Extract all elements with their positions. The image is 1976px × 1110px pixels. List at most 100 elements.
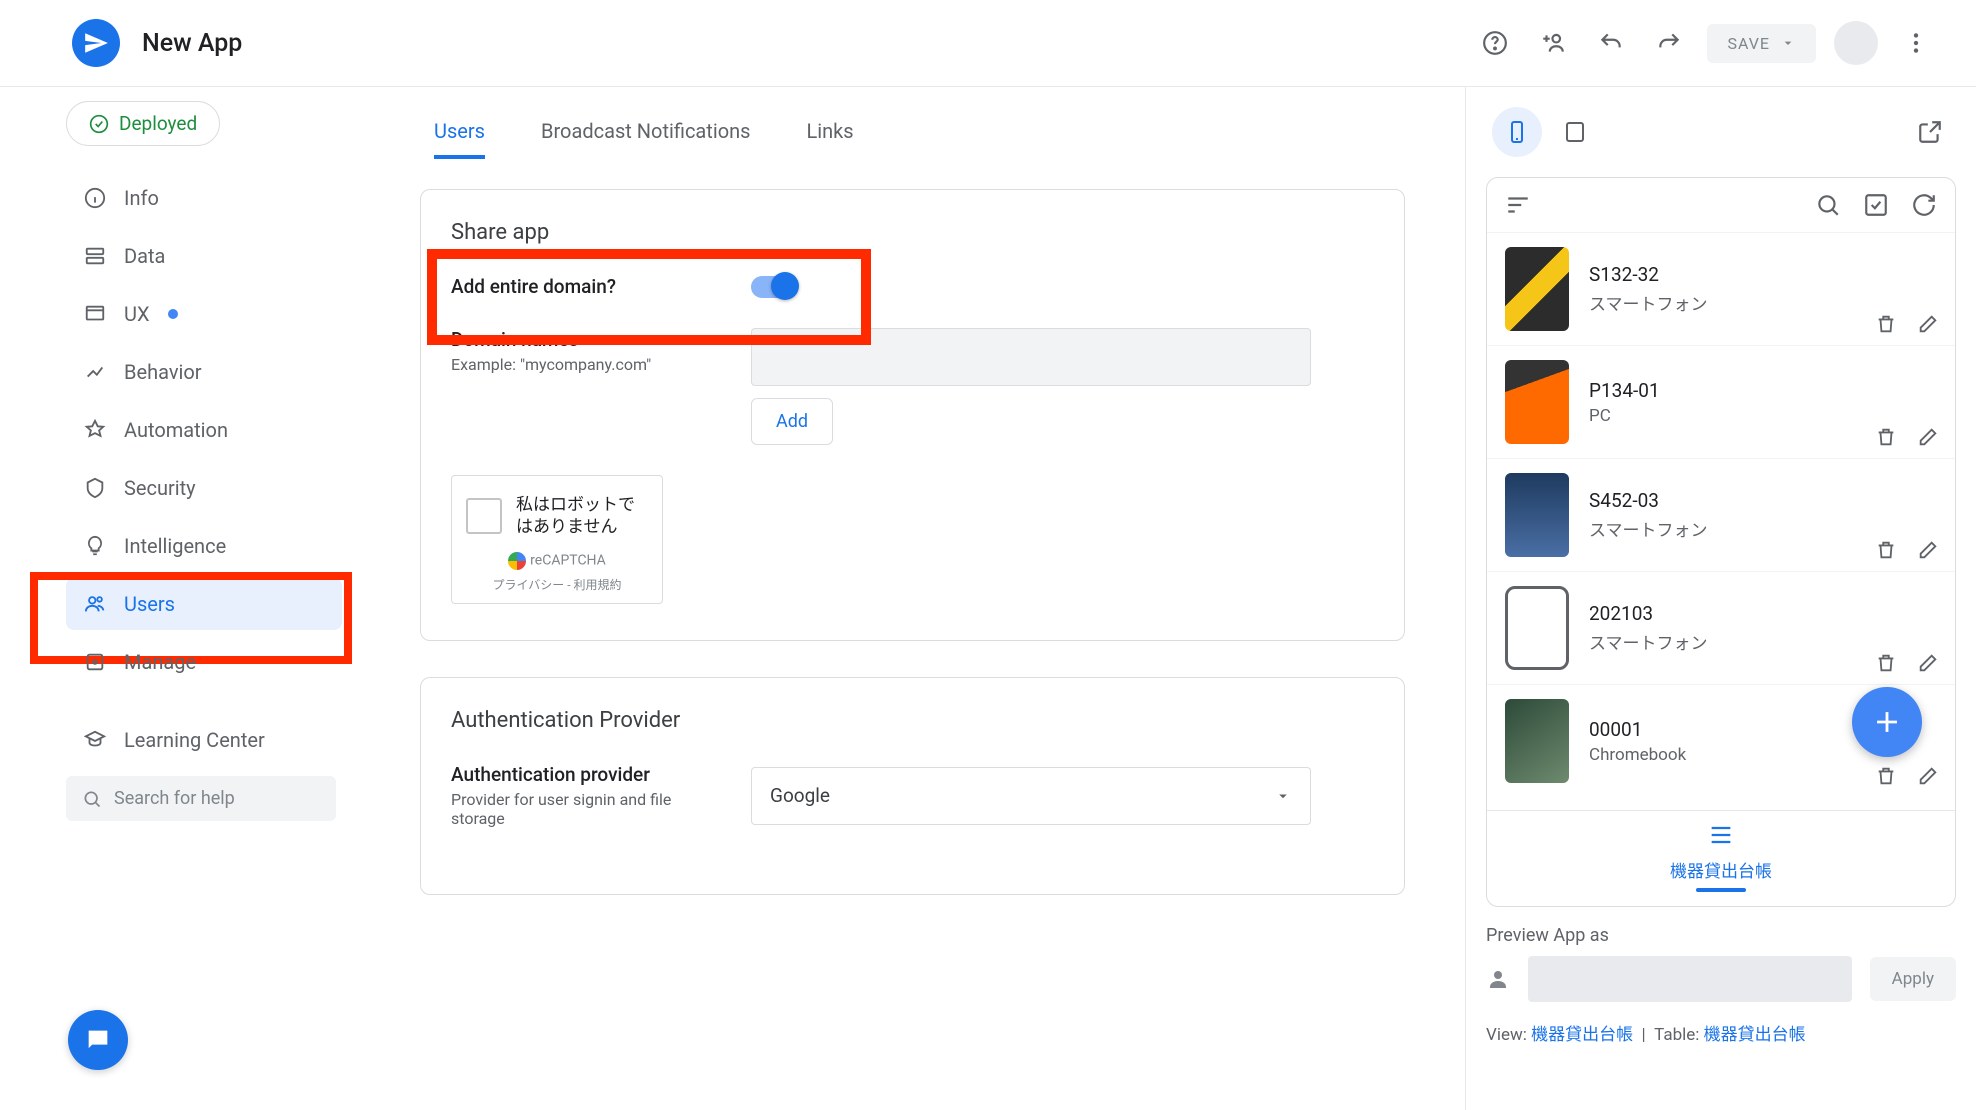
item-code: P134-01 — [1589, 379, 1660, 402]
sidebar-item-security[interactable]: Security — [66, 462, 342, 514]
sidebar-item-users[interactable]: Users — [66, 578, 342, 630]
lightbulb-icon — [84, 535, 106, 557]
add-button[interactable]: Add — [751, 398, 833, 445]
add-domain-toggle[interactable] — [751, 276, 797, 298]
auth-label: Authentication provider Provider for use… — [451, 763, 721, 828]
sidebar-item-manage[interactable]: Manage — [66, 636, 342, 688]
device-tablet-button[interactable] — [1550, 107, 1600, 157]
tabs: Users Broadcast Notifications Links — [420, 107, 1405, 159]
phone-preview: S132-32スマートフォンP134-01PCS452-03スマートフォン202… — [1486, 177, 1956, 907]
sidebar-item-label: Behavior — [124, 360, 202, 384]
checkbox-icon[interactable] — [1863, 192, 1889, 218]
list-item[interactable]: P134-01 PC — [1487, 345, 1955, 458]
apply-button[interactable]: Apply — [1870, 957, 1956, 1001]
list-icon[interactable] — [1707, 821, 1735, 849]
edit-icon[interactable] — [1917, 652, 1939, 674]
sidebar-item-behavior[interactable]: Behavior — [66, 346, 342, 398]
bottom-tab-label[interactable]: 機器貸出台帳 — [1487, 857, 1955, 882]
delete-icon[interactable] — [1875, 313, 1897, 335]
main-content: Users Broadcast Notifications Links Shar… — [360, 86, 1466, 1110]
topbar: New App SAVE — [0, 0, 1976, 86]
auth-panel: Authentication Provider Authentication p… — [420, 677, 1405, 895]
list-item[interactable]: S452-03スマートフォン — [1487, 458, 1955, 571]
preview-as-input[interactable] — [1528, 956, 1852, 1002]
device-phone-button[interactable] — [1492, 107, 1542, 157]
more-icon[interactable] — [1896, 23, 1936, 63]
save-label: SAVE — [1727, 34, 1770, 53]
sidebar-item-label: UX — [124, 302, 150, 326]
refresh-icon[interactable] — [1911, 192, 1937, 218]
sidebar-item-info[interactable]: Info — [66, 172, 342, 224]
delete-icon[interactable] — [1875, 652, 1897, 674]
chat-fab[interactable] — [68, 1010, 128, 1070]
save-button[interactable]: SAVE — [1707, 24, 1816, 63]
auth-provider-select[interactable]: Google — [751, 767, 1311, 825]
recaptcha-checkbox[interactable] — [466, 498, 502, 534]
delete-icon[interactable] — [1875, 765, 1897, 787]
sidebar-item-intelligence[interactable]: Intelligence — [66, 520, 342, 572]
open-external-icon[interactable] — [1910, 112, 1950, 152]
appsheet-logo-icon — [72, 19, 120, 67]
list-item[interactable]: S132-32スマートフォン — [1487, 232, 1955, 345]
panel-title: Share app — [451, 220, 1374, 245]
sort-icon[interactable] — [1505, 192, 1531, 218]
sidebar-item-automation[interactable]: Automation — [66, 404, 342, 456]
info-icon — [84, 187, 106, 209]
preview-as-section: Preview App as Apply View: 機器貸出台帳 | Tabl… — [1486, 925, 1956, 1045]
sidebar-item-learning[interactable]: Learning Center — [66, 714, 342, 766]
sidebar-item-ux[interactable]: UX — [66, 288, 342, 340]
users-icon — [84, 593, 106, 615]
undo-icon[interactable] — [1591, 23, 1631, 63]
manage-icon — [84, 651, 106, 673]
check-circle-icon — [89, 114, 109, 134]
deployed-status[interactable]: Deployed — [66, 101, 220, 146]
avatar[interactable] — [1834, 21, 1878, 65]
auth-sub: Provider for user signin and file storag… — [451, 790, 721, 828]
item-body: 202103スマートフォン — [1589, 602, 1708, 654]
item-thumbnail — [1505, 360, 1569, 444]
sidebar-item-label: Data — [124, 244, 165, 268]
recaptcha-icon — [508, 552, 526, 570]
tab-links[interactable]: Links — [806, 107, 853, 159]
sidebar: Deployed Info Data UX Behavior Automatio… — [0, 86, 360, 1110]
sidebar-item-label: Users — [124, 592, 175, 616]
edit-icon[interactable] — [1917, 313, 1939, 335]
view-link[interactable]: 機器貸出台帳 — [1531, 1025, 1633, 1045]
edit-icon[interactable] — [1917, 426, 1939, 448]
item-type: PC — [1589, 406, 1660, 426]
app-name: New App — [142, 29, 242, 58]
search-icon[interactable] — [1815, 192, 1841, 218]
item-body: S452-03スマートフォン — [1589, 489, 1708, 541]
edit-icon[interactable] — [1917, 765, 1939, 787]
data-icon — [84, 245, 106, 267]
automation-icon — [84, 419, 106, 441]
list-item[interactable]: 202103スマートフォン — [1487, 571, 1955, 684]
recaptcha-label: 私はロボットではありません — [516, 494, 648, 538]
edit-icon[interactable] — [1917, 539, 1939, 561]
redo-icon[interactable] — [1649, 23, 1689, 63]
item-code: 00001 — [1589, 718, 1686, 741]
person-icon — [1486, 967, 1510, 991]
help-icon[interactable] — [1475, 23, 1515, 63]
tab-broadcast[interactable]: Broadcast Notifications — [541, 107, 750, 159]
add-user-icon[interactable] — [1533, 23, 1573, 63]
domain-input[interactable] — [751, 328, 1311, 386]
table-link[interactable]: 機器貸出台帳 — [1704, 1025, 1806, 1045]
ux-dot-icon — [168, 309, 178, 319]
delete-icon[interactable] — [1875, 426, 1897, 448]
phone-toolbar — [1487, 178, 1955, 232]
add-fab[interactable] — [1852, 687, 1922, 757]
learning-icon — [84, 729, 106, 751]
sidebar-item-data[interactable]: Data — [66, 230, 342, 282]
item-code: S452-03 — [1589, 489, 1708, 512]
delete-icon[interactable] — [1875, 539, 1897, 561]
search-help-input[interactable]: Search for help — [66, 776, 336, 821]
sidebar-item-label: Intelligence — [124, 534, 226, 558]
recaptcha-widget[interactable]: 私はロボットではありません reCAPTCHA プライバシー - 利用規約 — [451, 475, 663, 604]
tab-users[interactable]: Users — [434, 107, 485, 159]
item-thumbnail — [1505, 473, 1569, 557]
domain-names-example: Example: "mycompany.com" — [451, 355, 721, 374]
meta-links: View: 機器貸出台帳 | Table: 機器貸出台帳 — [1486, 1020, 1956, 1045]
search-placeholder: Search for help — [114, 788, 235, 809]
item-type: スマートフォン — [1589, 290, 1708, 315]
